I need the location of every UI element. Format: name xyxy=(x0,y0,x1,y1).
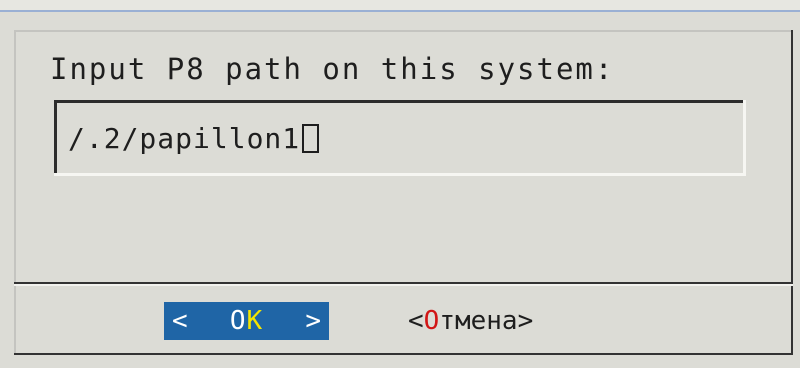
cancel-button[interactable]: < Отмена > xyxy=(408,302,533,340)
dialog-frame-right xyxy=(791,30,793,355)
dialog-frame-bottom xyxy=(14,353,793,355)
input-border-top xyxy=(54,100,746,103)
ok-label: OK xyxy=(230,306,263,336)
input-dialog: Input P8 path on this system: /.2/papill… xyxy=(14,30,793,355)
dialog-frame-top xyxy=(14,30,793,32)
input-border-bottom xyxy=(54,173,746,176)
ok-left-bracket: < xyxy=(172,306,188,336)
ok-right-bracket: > xyxy=(305,306,321,336)
cancel-hotkey: О xyxy=(423,306,440,336)
dialog-prompt: Input P8 path on this system: xyxy=(50,52,615,86)
input-border-left xyxy=(54,100,57,176)
dialog-frame-left xyxy=(14,30,16,355)
ok-hotkey: K xyxy=(246,306,264,336)
window-top-strip xyxy=(0,0,800,12)
input-border-right xyxy=(743,100,746,176)
ok-button[interactable]: < OK > xyxy=(164,302,329,340)
cancel-label-rest: тмена xyxy=(439,306,518,336)
text-cursor xyxy=(302,124,320,153)
ok-label-prefix: O xyxy=(229,306,247,336)
input-value[interactable]: /.2/papillon1 xyxy=(68,122,300,155)
input-text-line[interactable]: /.2/papillon1 xyxy=(68,122,320,155)
cancel-left-bracket: < xyxy=(408,306,424,336)
path-input[interactable]: /.2/papillon1 xyxy=(54,100,746,176)
button-separator-highlight xyxy=(14,284,793,286)
cancel-right-bracket: > xyxy=(517,306,534,336)
